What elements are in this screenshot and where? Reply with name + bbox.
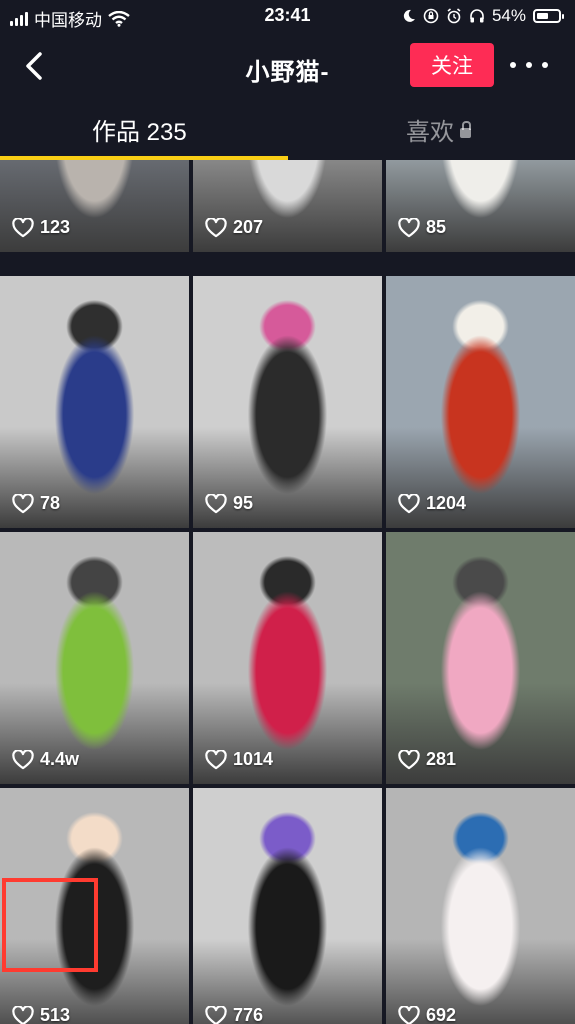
headphones-icon [470, 9, 484, 23]
like-count-value: 513 [40, 1005, 71, 1024]
like-count: 776 [205, 1005, 263, 1024]
heart-icon [398, 493, 420, 513]
moon-icon [403, 9, 415, 22]
like-count-value: 692 [426, 1005, 457, 1024]
like-count: 85 [398, 217, 446, 238]
profile-header: 小野猫- 关注 [0, 34, 575, 98]
video-thumbnail[interactable]: 85 [386, 160, 575, 252]
heart-icon [12, 749, 34, 769]
follow-button[interactable]: 关注 [410, 43, 494, 87]
video-thumbnail[interactable]: 1014 [193, 532, 382, 784]
video-thumbnail[interactable]: 4.4w [0, 532, 189, 784]
heart-icon [205, 749, 227, 769]
like-count-value: 1014 [233, 749, 274, 769]
heart-icon [398, 217, 420, 237]
like-count: 123 [12, 217, 70, 238]
heart-icon [205, 1005, 227, 1024]
like-count: 78 [12, 493, 60, 514]
heart-icon [205, 493, 227, 513]
highlight-box [2, 878, 98, 972]
heart-icon [205, 217, 227, 237]
battery-percent: 54% [491, 6, 526, 25]
tab-works[interactable]: 作品 235 [92, 112, 187, 147]
alarm-icon [447, 8, 461, 24]
like-count-value: 776 [233, 1005, 264, 1024]
video-thumbnail[interactable]: 281 [386, 532, 575, 784]
like-count: 692 [398, 1005, 456, 1024]
like-count: 1204 [398, 493, 466, 514]
battery-icon [533, 9, 564, 23]
like-count-value: 123 [40, 217, 71, 237]
like-count-value: 85 [426, 217, 447, 237]
video-grid: 123 207 85 78 95 1204 4.4w 1014 281 513 776 692 [0, 160, 575, 1024]
like-count-value: 95 [233, 493, 254, 513]
tab-likes-label: 喜欢 [406, 119, 454, 146]
status-bar: 中国移动 23:41 54% [0, 0, 575, 34]
like-count-value: 207 [233, 217, 264, 237]
like-count-value: 4.4w [40, 749, 80, 769]
video-thumbnail[interactable]: 123 [0, 160, 189, 252]
status-right: 54% [402, 6, 564, 26]
video-thumbnail[interactable]: 776 [193, 788, 382, 1024]
lock-icon [460, 120, 471, 138]
video-thumbnail[interactable]: 207 [193, 160, 382, 252]
like-count: 95 [205, 493, 253, 514]
like-count: 207 [205, 217, 263, 238]
rotation-lock-icon [423, 8, 439, 24]
video-thumbnail[interactable]: 692 [386, 788, 575, 1024]
like-count: 4.4w [12, 749, 79, 770]
heart-icon [12, 217, 34, 237]
tab-likes[interactable]: 喜欢 [406, 112, 471, 147]
like-count: 1014 [205, 749, 273, 770]
heart-icon [12, 1005, 34, 1024]
heart-icon [12, 493, 34, 513]
heart-icon [398, 1005, 420, 1024]
heart-icon [398, 749, 420, 769]
like-count-value: 78 [40, 493, 61, 513]
more-dots-icon[interactable] [510, 54, 548, 76]
video-thumbnail[interactable]: 1204 [386, 276, 575, 528]
like-count: 281 [398, 749, 456, 770]
like-count-value: 281 [426, 749, 457, 769]
video-thumbnail[interactable]: 95 [193, 276, 382, 528]
like-count: 513 [12, 1005, 70, 1024]
like-count-value: 1204 [426, 493, 467, 513]
profile-tabs: 作品 235 喜欢 [0, 98, 575, 160]
video-thumbnail[interactable]: 78 [0, 276, 189, 528]
